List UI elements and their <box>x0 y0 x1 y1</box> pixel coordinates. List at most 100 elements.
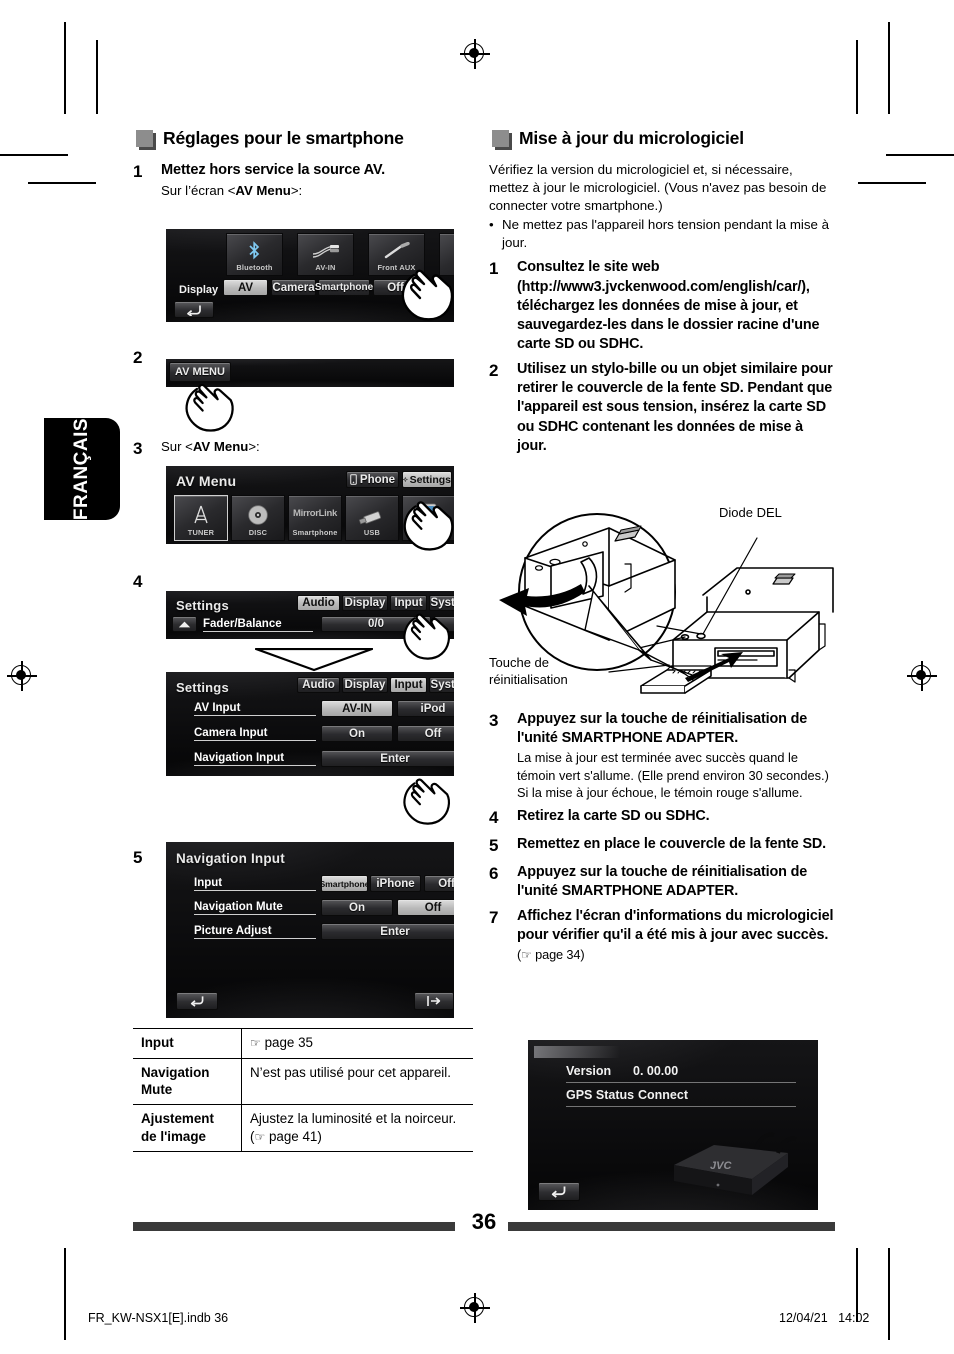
antenna-icon <box>194 505 208 524</box>
step-number: 4 <box>133 572 143 591</box>
option-mute-off[interactable]: Off <box>397 899 454 916</box>
option-picture-enter[interactable]: Enter <box>321 923 454 940</box>
firmware-version-label: Version <box>566 1064 612 1078</box>
tab-system[interactable]: System <box>429 677 454 693</box>
display-button-smartphone[interactable]: Smartphone <box>315 279 373 296</box>
av-menu-button[interactable]: AV MENU <box>169 362 231 382</box>
back-arrow-icon <box>551 1186 566 1198</box>
crop-mark <box>0 154 68 156</box>
tab-input[interactable]: Input <box>390 595 427 611</box>
firmware-gps-label: GPS Status <box>566 1088 635 1102</box>
scroll-up-button[interactable] <box>172 616 197 632</box>
tile-av-off[interactable]: AV Off <box>439 233 454 276</box>
step-subtitle-prefix: Sur < <box>161 439 193 454</box>
tile-ipod[interactable]: iPod <box>402 495 454 541</box>
step-number: 3 <box>133 439 143 458</box>
exit-arrow-icon <box>427 996 441 1006</box>
right-section-heading: Mise à jour du micrologiciel <box>489 128 835 149</box>
screen-title: Settings <box>176 598 229 613</box>
option-ipod[interactable]: iPod <box>397 700 454 717</box>
triangle-up-icon <box>178 621 191 627</box>
ipod-icon <box>421 503 437 527</box>
language-tab-label: FRANÇAIS <box>71 417 92 521</box>
tab-audio[interactable]: Audio <box>297 595 340 611</box>
rca-cables-icon <box>312 245 339 258</box>
crop-mark <box>888 1248 890 1340</box>
setting-row-extra[interactable] <box>434 616 454 632</box>
step-number: 7 <box>489 908 499 928</box>
screen-av-source: Bluetooth AV-IN Front AUX Display AV Cam… <box>166 229 454 322</box>
display-button-av[interactable]: AV <box>223 279 268 296</box>
firmware-warning-bullet: • Ne mettez pas l'appareil hors tension … <box>489 216 835 252</box>
setting-row-value[interactable]: 0/0 <box>321 616 431 632</box>
section-square-icon <box>492 130 509 147</box>
table-value: N’est pas utilisé pour cet appareil. <box>241 1058 473 1106</box>
table-row: Ajustement de l'image Ajustez la luminos… <box>133 1104 473 1153</box>
tab-display[interactable]: Display <box>342 595 388 611</box>
tile-disc[interactable]: DISC <box>231 495 285 541</box>
table-key: Navigation Mute <box>133 1058 242 1106</box>
step-title: Consultez le site web (http://www3.jvcke… <box>517 259 820 353</box>
gear-icon <box>403 477 408 482</box>
phone-button[interactable]: Phone <box>346 471 399 488</box>
step-title: Mettez hors service la source AV. <box>161 162 386 178</box>
display-label: Display <box>179 284 219 296</box>
step-title: Remettez en place le couvercle de la fen… <box>517 836 827 853</box>
step-subtitle-strong: AV Menu <box>192 439 249 454</box>
display-button-off[interactable]: Off <box>373 279 418 296</box>
right-step-2: 2 Utilisez un stylo-bille ou un objet si… <box>489 360 835 456</box>
option-navigation-enter[interactable]: Enter <box>321 750 454 767</box>
table-value-text: page 35 <box>264 1035 313 1050</box>
tile-usb[interactable]: USB <box>345 495 399 541</box>
step-title: Retirez la carte SD ou SDHC. <box>517 808 710 825</box>
option-camera-on[interactable]: On <box>321 725 393 742</box>
screen-header-glow <box>534 1046 620 1058</box>
back-button[interactable] <box>174 301 214 318</box>
option-input-off[interactable]: Off <box>424 875 454 892</box>
step-number: 2 <box>489 361 499 381</box>
setting-row-label-navigation-input: Navigation Input <box>194 752 316 766</box>
right-step-7: 7 Affichez l'écran d'informations du mic… <box>489 907 835 964</box>
option-input-iphone[interactable]: iPhone <box>370 875 421 892</box>
flow-arrow-icon <box>255 648 373 672</box>
option-input-smartphone[interactable]: Smartphone <box>319 875 370 892</box>
tab-system[interactable]: System <box>429 595 454 611</box>
tile-front-aux[interactable]: Front AUX <box>368 233 425 276</box>
back-button[interactable] <box>538 1182 580 1201</box>
pointing-hand-icon: ☞ <box>250 1036 265 1050</box>
step-subtitle-strong: AV Menu <box>235 182 291 198</box>
adapter-device-image: JVC <box>674 1132 797 1195</box>
tile-smartphone[interactable]: MirrorLink Smartphone <box>288 495 342 541</box>
firmware-gps-value: Connect <box>638 1088 688 1102</box>
tab-input[interactable]: Input <box>390 677 427 693</box>
crop-mark <box>858 182 926 184</box>
step-body: La mise à jour est terminée avec succès … <box>517 750 829 801</box>
tile-av-in[interactable]: AV-IN <box>297 233 354 276</box>
option-camera-off[interactable]: Off <box>397 725 454 742</box>
sd-slot-illustration: Diode DEL Touche de réinitialisation <box>489 500 835 705</box>
settings-button[interactable]: Settings <box>402 471 452 488</box>
step-subtitle: Sur l’écran <AV Menu>: <box>161 182 473 200</box>
exit-button[interactable] <box>414 992 454 1010</box>
tile-caption: USB <box>363 528 381 537</box>
option-mute-on[interactable]: On <box>321 899 393 916</box>
bluetooth-icon <box>249 241 260 260</box>
tile-bluetooth[interactable]: Bluetooth <box>226 233 283 276</box>
tile-tuner[interactable]: TUNER <box>174 495 228 541</box>
registration-mark <box>907 661 937 691</box>
step-number: 4 <box>489 808 499 828</box>
step-3: 3 Sur <AV Menu>: <box>133 438 473 460</box>
left-column: Réglages pour le smartphone 1 Mettez hor… <box>133 128 473 203</box>
right-section-title: Mise à jour du micrologiciel <box>519 128 744 148</box>
back-button[interactable] <box>176 992 218 1010</box>
tab-audio[interactable]: Audio <box>297 677 340 693</box>
tab-display[interactable]: Display <box>342 677 388 693</box>
step-title: Utilisez un stylo-bille ou un objet simi… <box>517 361 833 454</box>
page-canvas: FRANÇAIS Réglages pour le smartphone 1 M… <box>0 0 954 1354</box>
display-button-camera[interactable]: Camera <box>271 279 316 296</box>
step-subtitle-suffix: >: <box>290 182 303 198</box>
screen-title: Settings <box>176 680 229 695</box>
phone-icon <box>350 474 357 485</box>
option-av-in[interactable]: AV-IN <box>321 700 393 717</box>
screen-title: Navigation Input <box>176 851 285 866</box>
